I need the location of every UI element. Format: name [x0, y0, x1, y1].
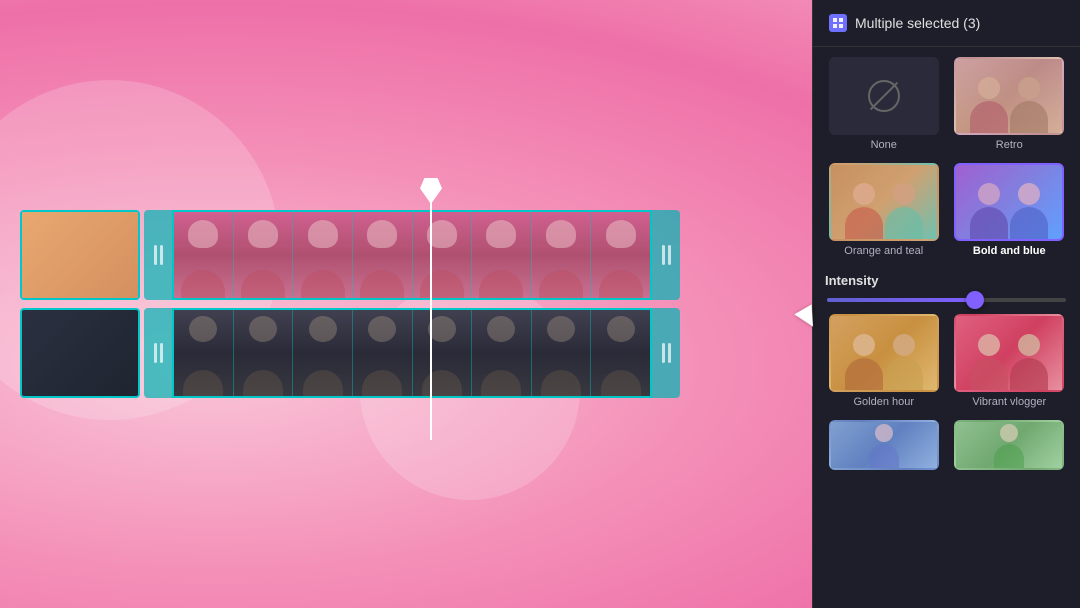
handle-icon-2 — [148, 343, 169, 363]
slider-fill — [827, 298, 975, 302]
intensity-label: Intensity — [825, 273, 1068, 288]
filter-thumb-orange-teal — [829, 163, 939, 241]
clip-dark-2 — [234, 310, 294, 396]
clip-seg-8 — [591, 212, 650, 298]
orange-teal-persons — [831, 183, 937, 239]
g-person-2 — [885, 334, 923, 390]
clip-dark-1 — [174, 310, 234, 396]
timeline-area — [0, 0, 700, 608]
filter-thumb-none — [829, 57, 939, 135]
playhead-line — [430, 180, 432, 440]
clip-seg-6 — [472, 212, 532, 298]
panel-scroll[interactable]: None Retro — [813, 47, 1080, 608]
filter-grid-row4 — [825, 420, 1068, 470]
filter-thumb-retro — [954, 57, 1064, 135]
intensity-section: Intensity — [825, 269, 1068, 314]
filter-thumb-more2 — [954, 420, 1064, 470]
filter-item-more2[interactable] — [951, 420, 1069, 470]
track-handle-right-2[interactable] — [652, 308, 680, 398]
bb-person-1 — [970, 183, 1008, 239]
right-panel: Multiple selected (3) None — [812, 0, 1080, 608]
clip-seg-2 — [234, 212, 294, 298]
track-handle-left-2[interactable] — [144, 308, 172, 398]
filter-label-golden: Golden hour — [853, 396, 914, 408]
pre-clip-2[interactable] — [20, 308, 140, 398]
filter-item-none[interactable]: None — [825, 57, 943, 151]
panel-icon — [829, 14, 847, 32]
retro-person-2 — [1010, 77, 1048, 133]
ot-person-1 — [845, 183, 883, 239]
filter-thumb-more1 — [829, 420, 939, 470]
vibrant-persons — [956, 334, 1062, 390]
m1-person-1 — [869, 424, 899, 468]
slider-thumb[interactable] — [966, 291, 984, 309]
clip-dark-3 — [293, 310, 353, 396]
clip-dark-8 — [591, 310, 650, 396]
slider-track — [827, 298, 1066, 302]
filter-item-golden[interactable]: Golden hour — [825, 314, 943, 408]
track-handle-right-1[interactable] — [652, 210, 680, 300]
filter-thumb-bold-blue — [954, 163, 1064, 241]
g-person-1 — [845, 334, 883, 390]
clip-seg-7 — [532, 212, 592, 298]
panel-header: Multiple selected (3) — [813, 0, 1080, 47]
slider-container[interactable] — [825, 298, 1068, 302]
filter-label-none: None — [871, 139, 897, 151]
filter-grid-top: None Retro — [825, 57, 1068, 151]
track-handle-left-1[interactable] — [144, 210, 172, 300]
pre-clip-1[interactable] — [20, 210, 140, 300]
bb-persons — [956, 183, 1062, 239]
track-container — [20, 210, 680, 398]
clip-seg-5 — [413, 212, 473, 298]
m2-person-1 — [994, 424, 1024, 468]
filter-thumb-golden — [829, 314, 939, 392]
v-person-1 — [970, 334, 1008, 390]
golden-persons — [831, 334, 937, 390]
clips-row-1 — [174, 212, 650, 298]
filter-thumb-vibrant — [954, 314, 1064, 392]
filter-item-vibrant[interactable]: Vibrant vlogger — [951, 314, 1069, 408]
clips-row-2 — [174, 310, 650, 396]
track-clips-2[interactable] — [172, 308, 652, 398]
filter-label-retro: Retro — [996, 139, 1023, 151]
filter-grid-row2: Orange and teal Bo — [825, 163, 1068, 257]
more1-persons — [831, 424, 937, 468]
handle-icon-right-1 — [656, 245, 677, 265]
video-track-2 — [20, 308, 680, 398]
clip-dark-4 — [353, 310, 413, 396]
filter-item-more1[interactable] — [825, 420, 943, 470]
v-person-2 — [1010, 334, 1048, 390]
clip-seg-3 — [293, 212, 353, 298]
handle-icon-1 — [148, 245, 169, 265]
clip-seg-1 — [174, 212, 234, 298]
video-track-1 — [20, 210, 680, 300]
track-clips-1[interactable] — [172, 210, 652, 300]
handle-icon-right-2 — [656, 343, 677, 363]
retro-person-1 — [970, 77, 1008, 133]
filter-item-bold-blue[interactable]: Bold and blue — [951, 163, 1069, 257]
filter-grid-row3: Golden hour Vibran — [825, 314, 1068, 408]
ot-person-2 — [885, 183, 923, 239]
filter-label-bold-blue: Bold and blue — [973, 245, 1046, 257]
filter-item-retro[interactable]: Retro — [951, 57, 1069, 151]
bb-person-2 — [1010, 183, 1048, 239]
filter-label-orange-teal: Orange and teal — [844, 245, 923, 257]
clip-dark-7 — [532, 310, 592, 396]
panel-title: Multiple selected (3) — [855, 15, 980, 31]
retro-persons — [956, 77, 1062, 133]
filter-none-icon — [868, 80, 900, 112]
filter-label-vibrant: Vibrant vlogger — [972, 396, 1046, 408]
clip-seg-4 — [353, 212, 413, 298]
clip-dark-5 — [413, 310, 473, 396]
more2-persons — [956, 424, 1062, 468]
clip-dark-6 — [472, 310, 532, 396]
filter-item-orange-teal[interactable]: Orange and teal — [825, 163, 943, 257]
